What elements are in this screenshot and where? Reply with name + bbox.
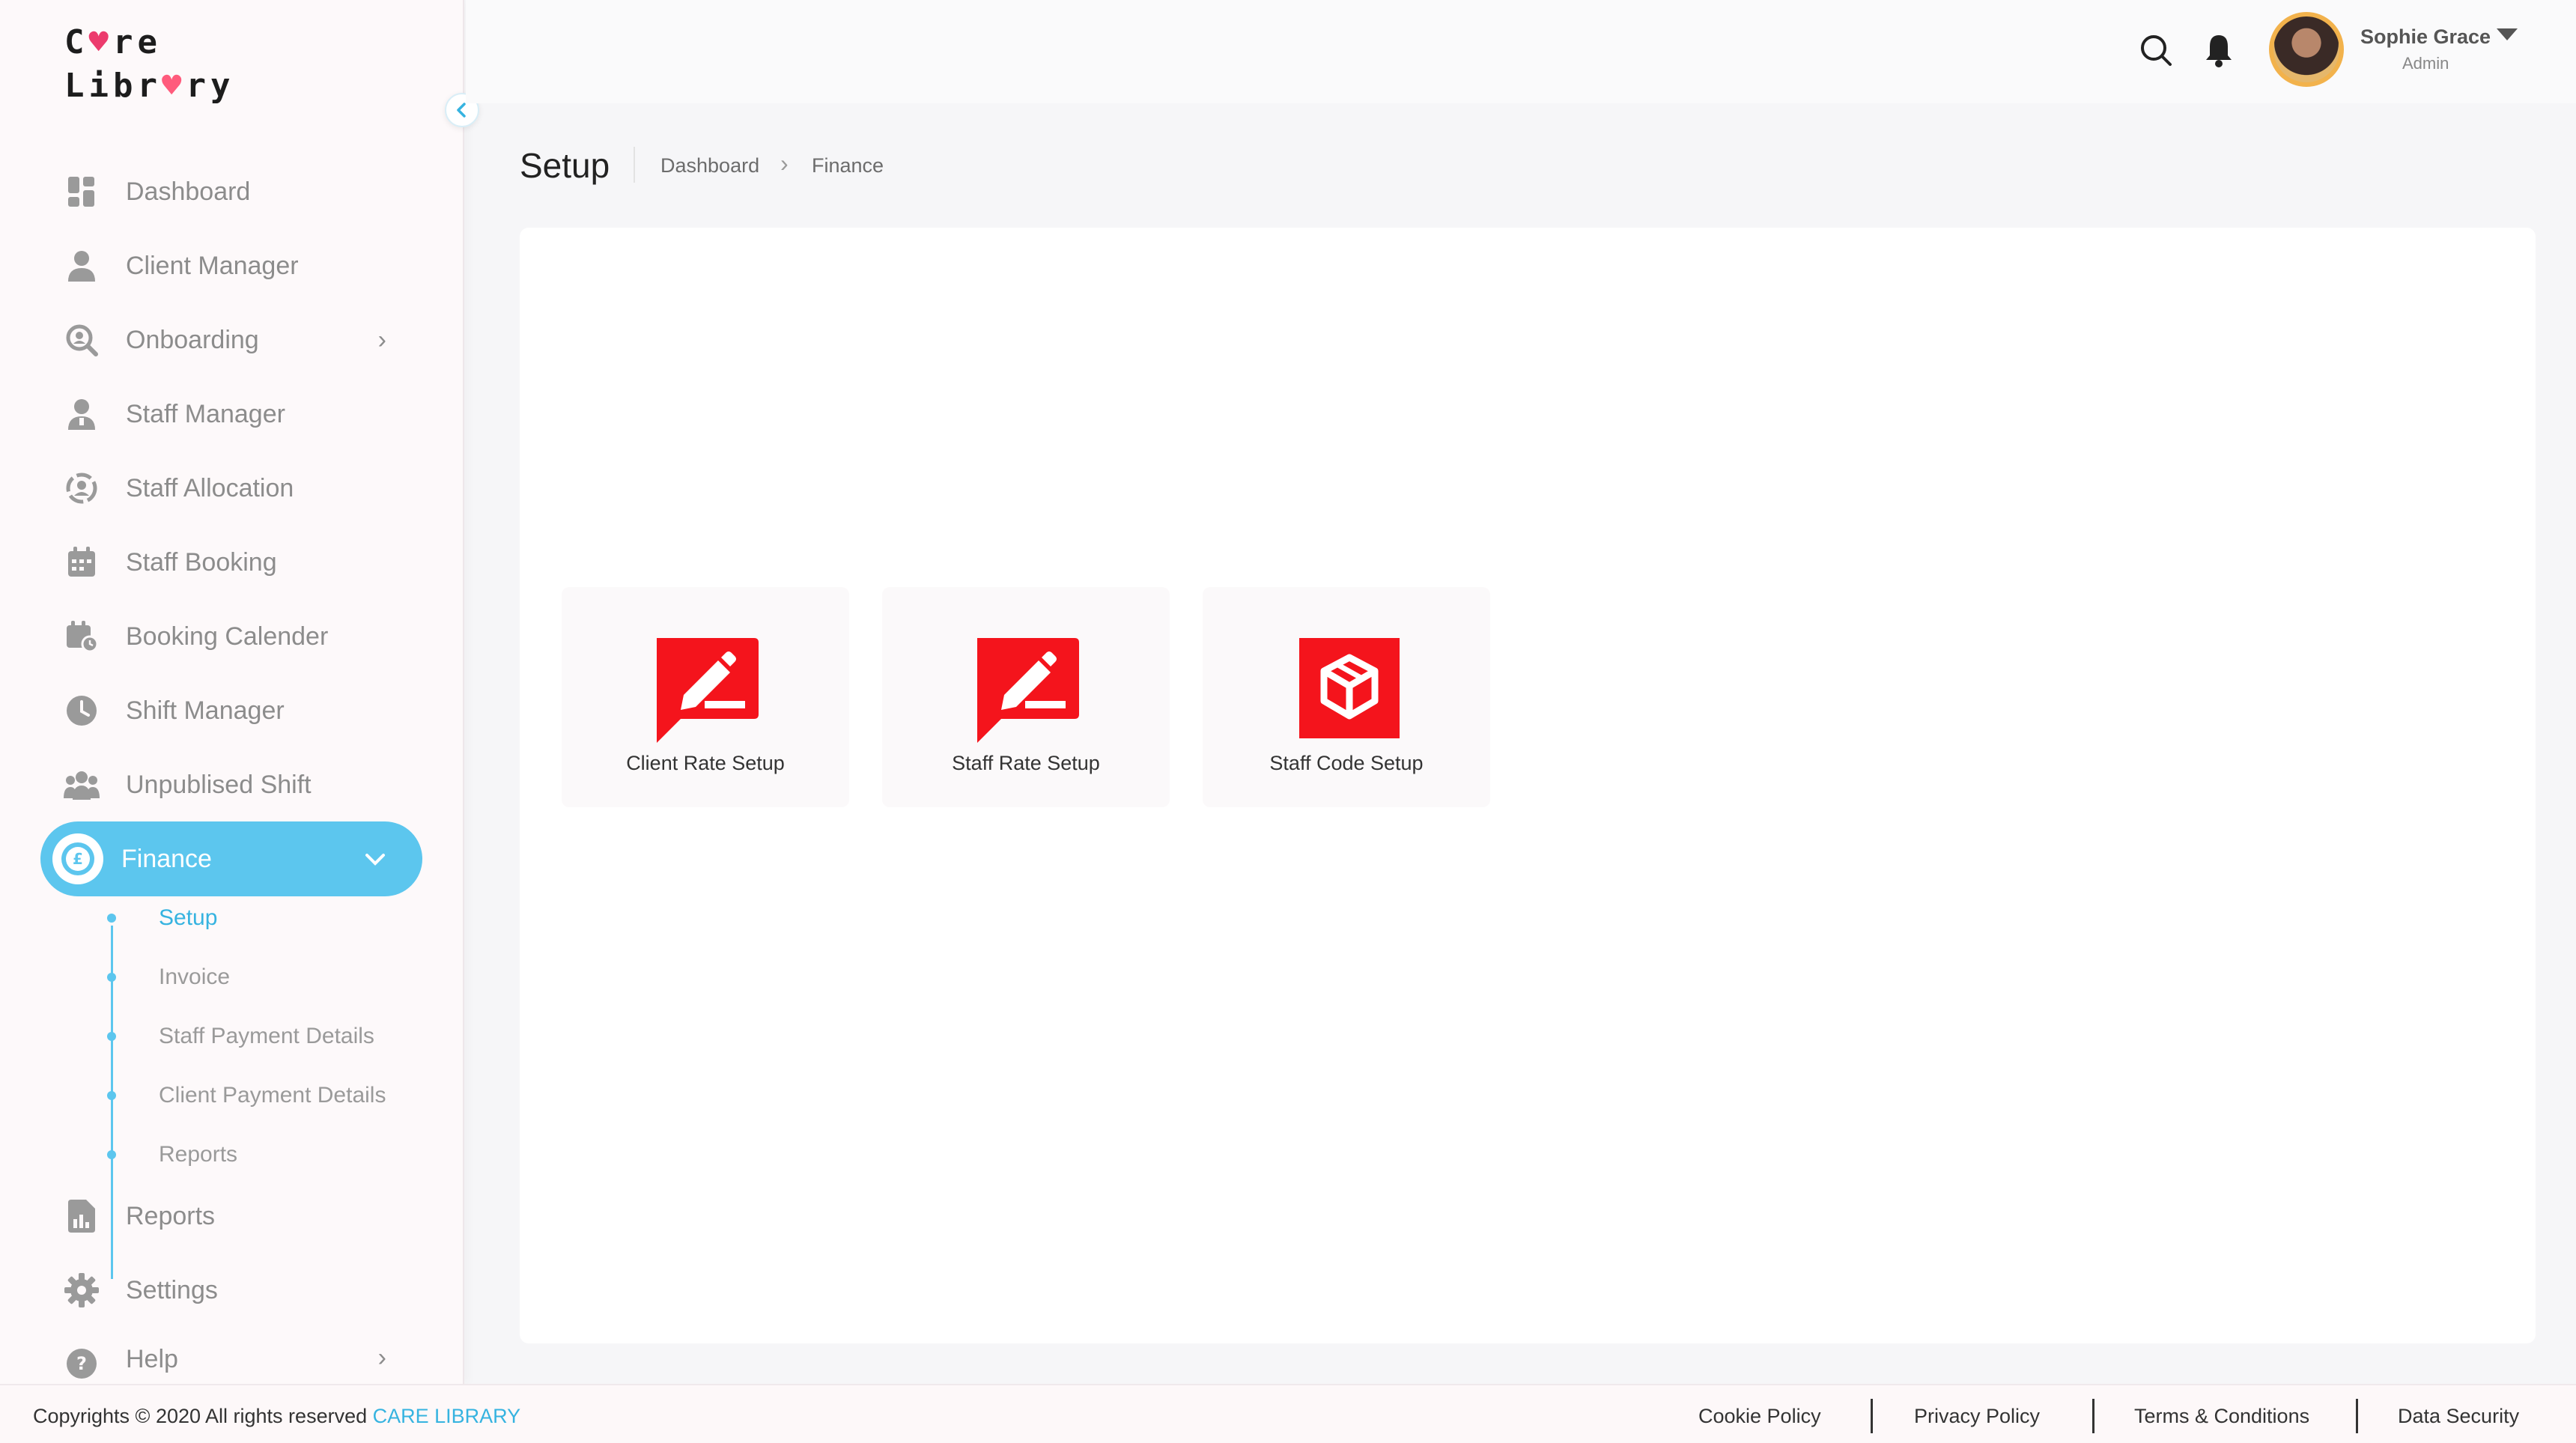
sidebar-item-label: Help — [126, 1345, 178, 1373]
user-name[interactable]: Sophie Grace — [2360, 25, 2491, 49]
pound-icon: £ — [52, 833, 103, 884]
sidebar-item-staff-allocation[interactable]: Staff Allocation — [40, 451, 422, 526]
clock-icon — [63, 692, 100, 729]
sidebar-item-label: Staff Manager — [126, 399, 285, 428]
sidebar-item-label: Staff Booking — [126, 547, 277, 577]
dashboard-icon — [63, 173, 100, 210]
sidebar-item-label: Dashboard — [126, 177, 251, 206]
sidebar-item-client-manager[interactable]: Client Manager — [40, 228, 422, 303]
sidebar: C♥re Libr♥ry Dashboard Client Manager On… — [0, 0, 464, 1384]
cube-icon — [1299, 638, 1400, 738]
svg-text:£: £ — [73, 850, 83, 868]
footer-divider — [2092, 1399, 2094, 1433]
staff-rate-setup-tile[interactable]: Staff Rate Setup — [882, 587, 1170, 807]
onboarding-icon — [63, 321, 100, 359]
tile-label: Staff Rate Setup — [952, 752, 1100, 774]
title-divider — [634, 147, 635, 183]
footer-divider — [2356, 1399, 2358, 1433]
sidebar-item-label: Finance — [121, 844, 212, 873]
bullet-dot — [107, 1091, 116, 1100]
logo-heart-icon: ♥ — [88, 23, 113, 61]
copyright: Copyrights © 2020 All rights reserved CA… — [33, 1405, 521, 1427]
terms-conditions-link[interactable]: Terms & Conditions — [2134, 1405, 2309, 1428]
sidebar-item-onboarding[interactable]: Onboarding › — [40, 303, 422, 377]
report-icon — [63, 1197, 100, 1235]
submenu-item-staff-payment-details[interactable]: Staff Payment Details — [107, 1014, 425, 1059]
top-bar — [466, 0, 2576, 103]
sidebar-item-label: Settings — [126, 1275, 218, 1304]
footer-divider — [1871, 1399, 1873, 1433]
sidebar-item-unpublised-shift[interactable]: Unpublised Shift — [40, 747, 422, 822]
caret-down-icon[interactable] — [2497, 28, 2518, 40]
footer: Copyrights © 2020 All rights reserved CA… — [0, 1384, 2576, 1443]
allocation-icon — [63, 470, 100, 507]
svg-text:?: ? — [76, 1353, 87, 1374]
footer-brand-link[interactable]: CARE LIBRARY — [373, 1405, 521, 1427]
notifications-button[interactable] — [2199, 30, 2239, 70]
chevron-right-icon: › — [377, 325, 386, 354]
tile-label: Client Rate Setup — [626, 752, 785, 774]
submenu-item-invoice[interactable]: Invoice — [107, 955, 425, 1000]
sidebar-item-staff-booking[interactable]: Staff Booking — [40, 525, 422, 600]
chevron-down-icon — [364, 845, 386, 874]
sidebar-item-staff-manager[interactable]: Staff Manager — [40, 377, 422, 452]
bullet-dot — [107, 1150, 116, 1159]
submenu-item-reports[interactable]: Reports — [107, 1132, 425, 1177]
breadcrumb-finance: Finance — [812, 154, 884, 177]
sidebar-item-booking-calender[interactable]: Booking Calender — [40, 599, 422, 674]
submenu-item-client-payment-details[interactable]: Client Payment Details — [107, 1073, 425, 1118]
tile-label: Staff Code Setup — [1269, 752, 1424, 774]
data-security-link[interactable]: Data Security — [2398, 1405, 2519, 1428]
sidebar-item-label: Booking Calender — [126, 622, 329, 651]
staff-icon — [63, 395, 100, 433]
gear-icon — [63, 1272, 100, 1309]
sidebar-item-label: Shift Manager — [126, 696, 285, 725]
sidebar-item-dashboard[interactable]: Dashboard — [40, 154, 422, 229]
avatar[interactable] — [2269, 12, 2344, 87]
booking-icon — [63, 544, 100, 581]
user-role: Admin — [2402, 54, 2449, 73]
chevron-left-icon — [457, 103, 466, 118]
client-icon — [63, 247, 100, 285]
search-icon — [2141, 35, 2172, 66]
breadcrumb-chevron-icon: › — [780, 150, 789, 177]
bullet-dot — [107, 914, 116, 923]
sidebar-item-help[interactable]: ? Help › — [40, 1327, 422, 1384]
bullet-dot — [107, 1032, 116, 1041]
sidebar-item-label: Onboarding — [126, 325, 259, 354]
page-title: Setup — [520, 146, 610, 185]
cookie-policy-link[interactable]: Cookie Policy — [1698, 1405, 1821, 1428]
sidebar-item-label: Reports — [126, 1201, 216, 1230]
sidebar-item-shift-manager[interactable]: Shift Manager — [40, 673, 422, 748]
search-button[interactable] — [2136, 30, 2176, 70]
breadcrumb-dashboard[interactable]: Dashboard — [660, 154, 759, 177]
edit-chat-icon — [657, 638, 759, 743]
sidebar-item-finance[interactable]: £ Finance — [40, 821, 422, 896]
submenu-item-setup[interactable]: Setup — [107, 896, 425, 941]
bullet-dot — [107, 973, 116, 982]
sidebar-item-label: Client Manager — [126, 251, 299, 280]
bell-icon — [2206, 35, 2232, 67]
edit-chat-icon — [977, 638, 1079, 743]
client-rate-setup-tile[interactable]: Client Rate Setup — [562, 587, 849, 807]
sidebar-item-label: Unpublised Shift — [126, 770, 312, 799]
sidebar-item-label: Staff Allocation — [126, 473, 294, 502]
group-icon — [63, 766, 100, 803]
logo-heart-icon: ♥ — [161, 67, 186, 105]
staff-code-setup-tile[interactable]: Staff Code Setup — [1203, 587, 1490, 807]
help-icon: ? — [63, 1345, 100, 1382]
care-library-logo[interactable]: C♥re Libr♥ry — [64, 21, 234, 108]
setup-card: Client Rate Setup Staff Rate Setup Staff… — [520, 228, 2536, 1343]
chevron-right-icon: › — [377, 1343, 386, 1372]
privacy-policy-link[interactable]: Privacy Policy — [1914, 1405, 2040, 1428]
sidebar-item-settings[interactable]: Settings — [40, 1253, 422, 1328]
calendar-icon — [63, 618, 100, 655]
sidebar-item-reports[interactable]: Reports — [40, 1179, 422, 1254]
